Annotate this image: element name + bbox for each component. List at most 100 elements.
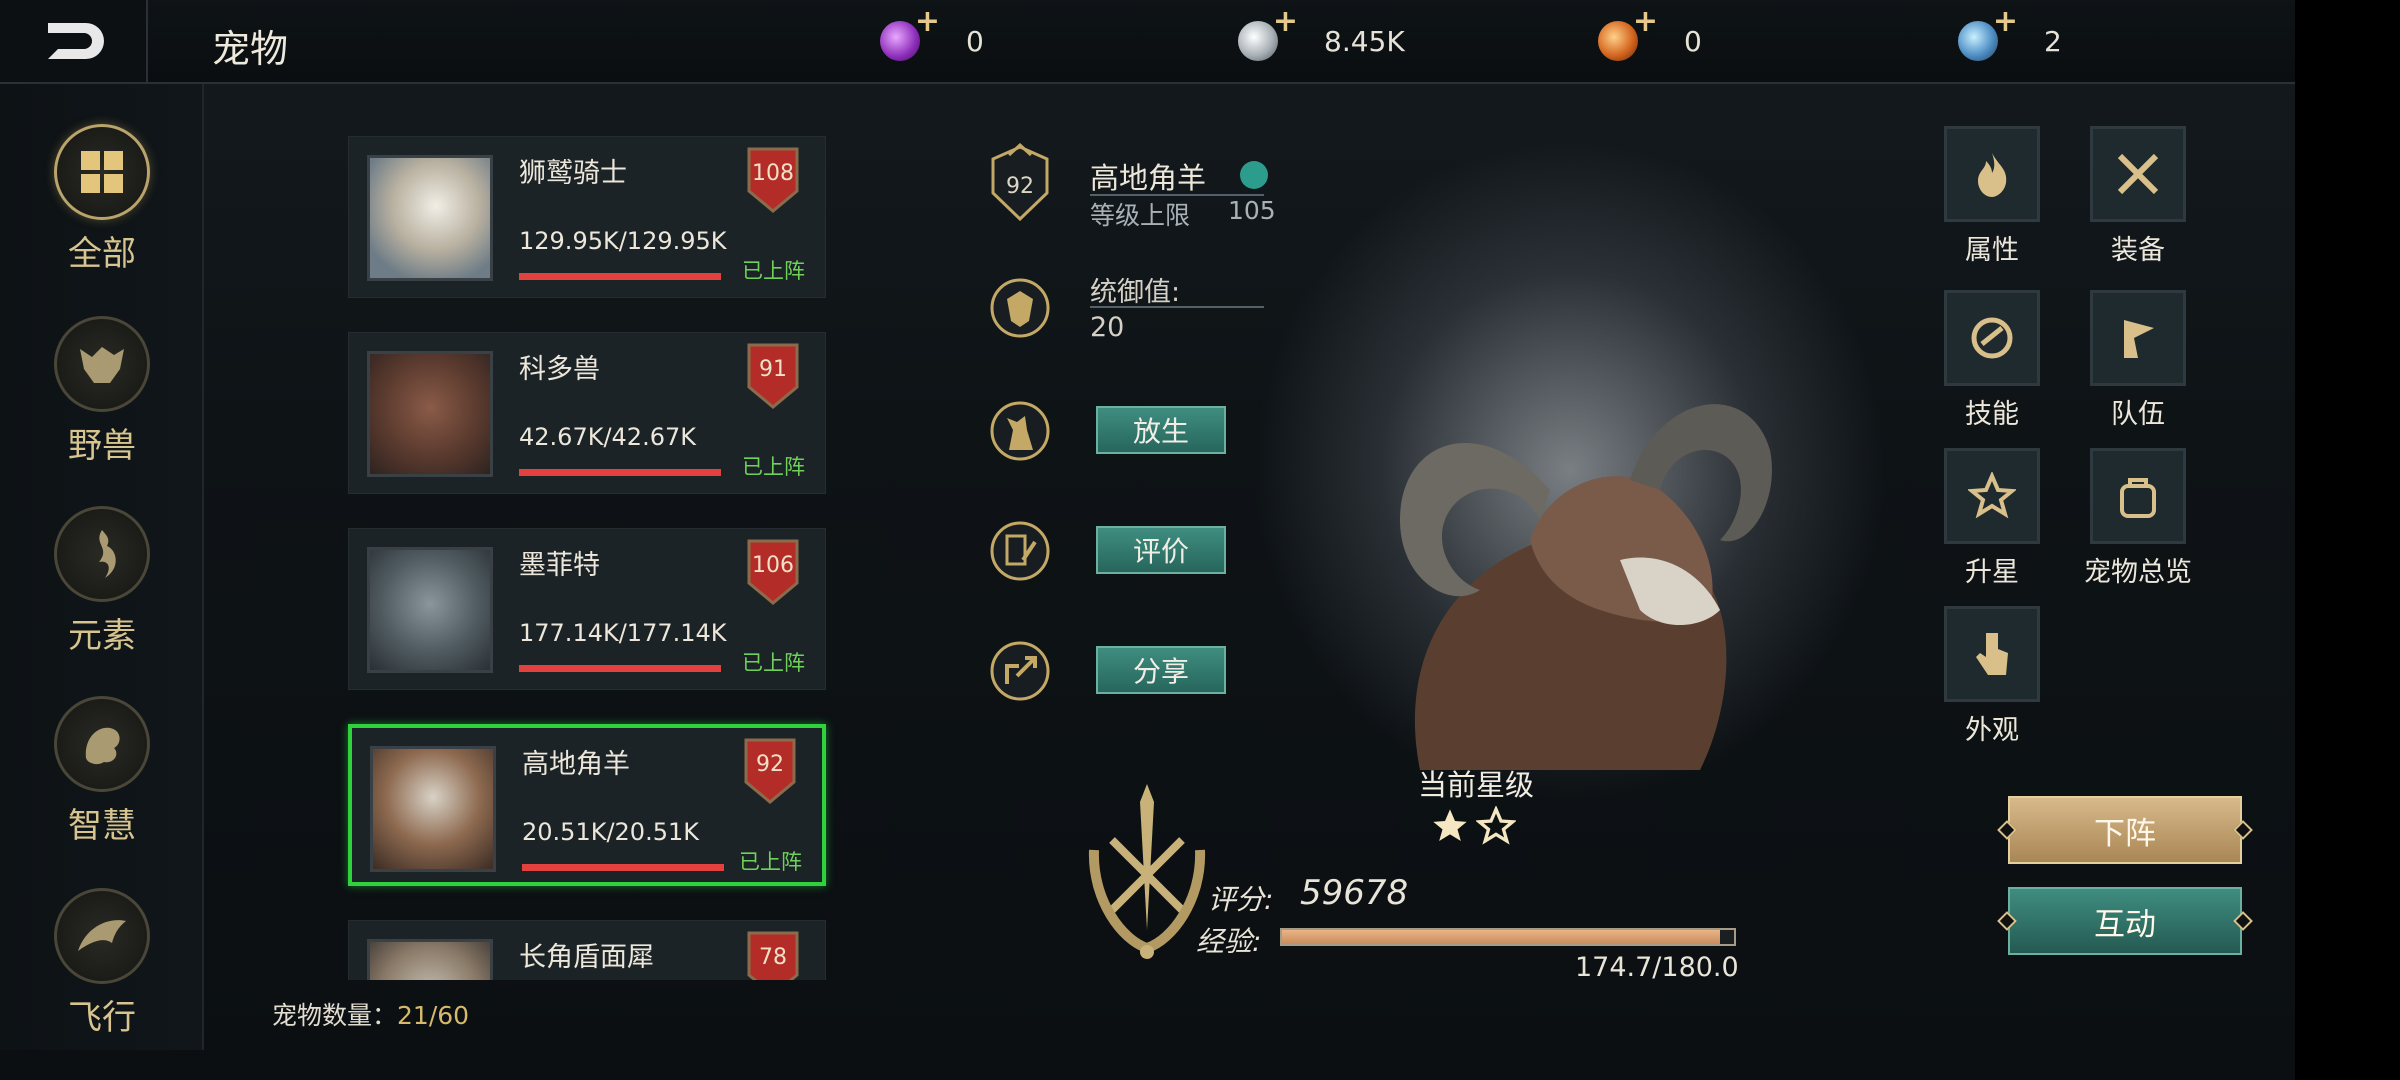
- function-label: 宠物总览: [2084, 557, 2192, 588]
- pet-card[interactable]: 狮鹫骑士 108 129.95K/129.95K 已上阵: [348, 136, 826, 298]
- hp-bar-fill: [522, 864, 724, 871]
- pet-card[interactable]: 长角盾面犀 78: [348, 920, 826, 980]
- screen-edge: [2295, 0, 2400, 1080]
- pet-portrait: [367, 155, 493, 281]
- currency-silver-coin[interactable]: + 8.45K: [1238, 7, 1405, 68]
- function-pet-overview[interactable]: 宠物总览: [2083, 448, 2193, 608]
- category-element[interactable]: 元素: [0, 506, 204, 676]
- currency-amount: 8.45K: [1324, 24, 1405, 58]
- orange-gem-icon: +: [1598, 7, 1658, 61]
- pet-card[interactable]: 科多兽 91 42.67K/42.67K 已上阵: [348, 332, 826, 494]
- currency-amount: 0: [1684, 24, 1702, 58]
- pet-list[interactable]: 狮鹫骑士 108 129.95K/129.95K 已上阵 科多兽 91 42.6…: [262, 100, 902, 980]
- category-wisdom[interactable]: 智慧: [0, 696, 204, 866]
- edit-name-icon[interactable]: [1240, 161, 1268, 189]
- pet-portrait: [367, 547, 493, 673]
- category-flying[interactable]: 飞行: [0, 888, 204, 1058]
- diamond-ornament: [1997, 911, 2017, 931]
- hp-bar: [522, 864, 724, 871]
- command-value: 20: [1090, 312, 1125, 343]
- score-label: 评分:: [1208, 883, 1274, 916]
- filled-star-icon: [1433, 809, 1467, 841]
- star-badge-icon: [1944, 448, 2040, 544]
- pet-artwork: [1400, 404, 1772, 770]
- pet-name: 高地角羊: [522, 749, 630, 780]
- function-equipment[interactable]: 装备: [2083, 126, 2193, 286]
- level-cap-value: 105: [1228, 196, 1276, 225]
- backpack-icon: [2090, 448, 2186, 544]
- grid-icon: [54, 124, 150, 220]
- level-shield-value: 92: [1006, 174, 1034, 199]
- hp-bar-fill: [519, 273, 721, 280]
- deployed-status: 已上阵: [742, 455, 805, 479]
- function-label: 装备: [2111, 235, 2165, 266]
- share-icon: [985, 636, 1055, 706]
- level-badge-icon: [744, 738, 796, 804]
- pet-portrait: [370, 746, 496, 872]
- function-label: 属性: [1965, 235, 2019, 266]
- function-appearance[interactable]: 外观: [1937, 606, 2047, 766]
- hp-bar: [519, 273, 721, 280]
- claw-icon: [1944, 290, 2040, 386]
- command-crest-icon: [985, 273, 1055, 343]
- level-shield-icon: 92: [985, 143, 1055, 222]
- remove-from-team-button[interactable]: 下阵: [1997, 796, 2253, 864]
- hand-pointer-icon: [1944, 606, 2040, 702]
- pet-count-value: 21/60: [397, 1001, 470, 1030]
- page-title: 宠物: [212, 27, 289, 71]
- flag-icon: [2090, 290, 2186, 386]
- exp-bar: [1280, 928, 1736, 946]
- level-badge-icon: [747, 539, 799, 605]
- category-beast[interactable]: 野兽: [0, 316, 204, 486]
- beast-icon: [54, 316, 150, 412]
- silver-coin-icon: +: [1238, 7, 1298, 61]
- crossed-swords-icon: [2090, 126, 2186, 222]
- remove-button-label: 下阵: [2094, 815, 2156, 852]
- interact-button[interactable]: 互动: [1997, 887, 2253, 955]
- review-card-icon: [985, 516, 1055, 586]
- pet-hp: 177.14K/177.14K: [519, 619, 727, 647]
- function-label: 技能: [1965, 399, 2019, 430]
- pet-detail-name: 高地角羊: [1090, 161, 1207, 195]
- deployed-status: 已上阵: [739, 850, 802, 874]
- category-nav: 全部 野兽 元素 智慧 飞行: [0, 84, 204, 1050]
- flame-icon: [1944, 126, 2040, 222]
- current-star-label: 当前星级: [1418, 768, 1535, 802]
- function-skills[interactable]: 技能: [1937, 290, 2047, 450]
- exp-text: 174.7/180.0: [1575, 952, 1739, 983]
- category-all[interactable]: 全部: [0, 124, 204, 294]
- category-label: 元素: [68, 616, 136, 656]
- review-button[interactable]: 评价: [1096, 526, 1226, 574]
- function-label: 升星: [1965, 557, 2019, 588]
- share-button[interactable]: 分享: [1096, 646, 1226, 694]
- function-attributes[interactable]: 属性: [1937, 126, 2047, 286]
- game-screen: 宠物 + 0 + 8.45K + 0 + 2 全部 野兽 元素 智慧 飞行 狮鹫…: [0, 0, 2295, 1080]
- pet-name: 墨菲特: [519, 550, 600, 581]
- release-button[interactable]: 放生: [1096, 406, 1226, 454]
- function-star-up[interactable]: 升星: [1937, 448, 2047, 608]
- back-button[interactable]: [0, 0, 148, 82]
- currency-blue-crystal[interactable]: + 2: [1958, 7, 2062, 68]
- deployed-status: 已上阵: [742, 259, 805, 283]
- pet-name: 科多兽: [519, 354, 600, 385]
- function-team[interactable]: 队伍: [2083, 290, 2193, 450]
- category-label: 智慧: [68, 806, 136, 846]
- function-label: 队伍: [2111, 399, 2165, 430]
- back-arrow-icon: [48, 23, 104, 59]
- currency-amount: 2: [2044, 24, 2062, 58]
- currency-orange-gem[interactable]: + 0: [1598, 7, 1702, 68]
- pet-card-selected[interactable]: 高地角羊 92 20.51K/20.51K 已上阵: [348, 724, 826, 886]
- score-emblem-icon: [1088, 784, 1206, 959]
- pet-count: 宠物数量：21/60: [272, 996, 469, 1032]
- currency-purple-gem[interactable]: + 0: [880, 7, 984, 68]
- wolf-howl-icon: [985, 396, 1055, 466]
- top-bar: 宠物 + 0 + 8.45K + 0 + 2: [0, 0, 2295, 84]
- diamond-ornament: [1997, 820, 2017, 840]
- empty-star-icon: [1476, 806, 1516, 845]
- blue-crystal-icon: +: [1958, 7, 2018, 61]
- pet-portrait: [367, 351, 493, 477]
- pet-card[interactable]: 墨菲特 106 177.14K/177.14K 已上阵: [348, 528, 826, 690]
- divider: [1090, 194, 1264, 196]
- category-label: 飞行: [68, 998, 136, 1038]
- hp-bar: [519, 469, 721, 476]
